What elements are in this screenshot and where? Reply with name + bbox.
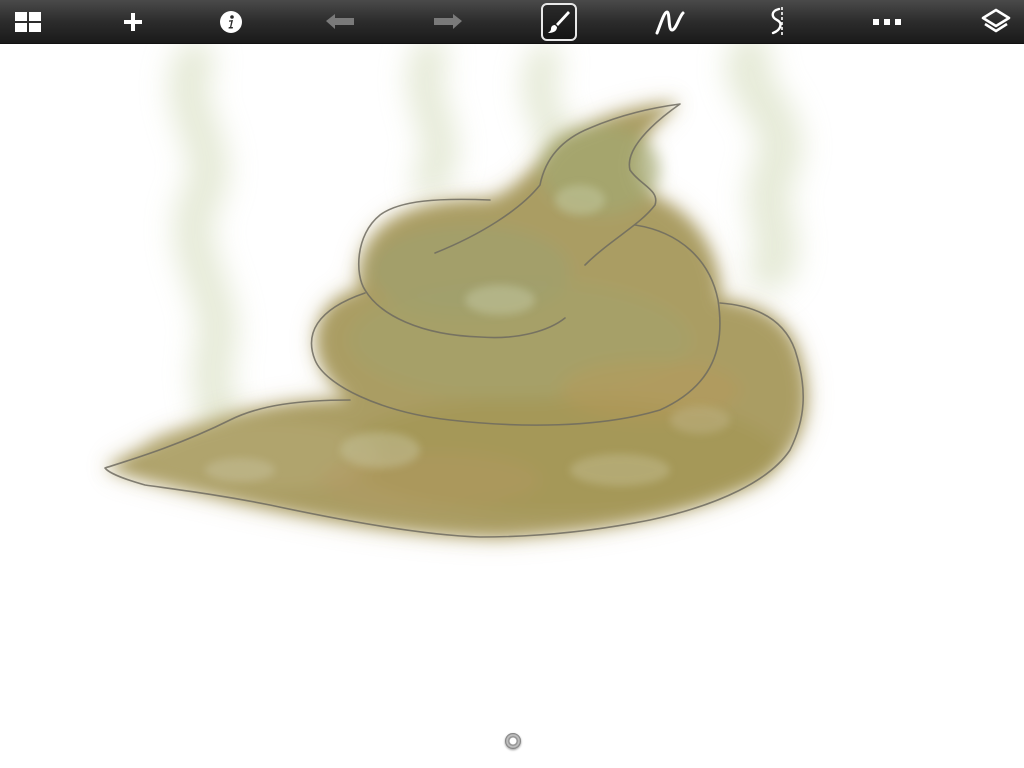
info-icon [219,10,243,34]
stroke-curve-icon [654,8,686,36]
redo-button[interactable] [420,0,476,44]
top-toolbar [0,0,1024,44]
layers-button[interactable] [968,0,1024,44]
info-button[interactable] [203,0,259,44]
redo-arrow-icon [432,12,464,32]
sketch-artwork [104,44,806,538]
layers-icon [981,7,1011,37]
zoom-handle-icon[interactable] [505,733,521,749]
drawing-canvas[interactable] [0,44,1024,768]
more-button[interactable] [859,0,915,44]
symmetry-button[interactable] [751,0,807,44]
brush-button[interactable] [531,0,587,44]
paintbrush-icon [547,9,571,35]
gallery-button[interactable] [0,0,56,44]
more-dots-icon [872,18,902,26]
gallery-grid-icon [14,11,42,33]
undo-button[interactable] [312,0,368,44]
new-button[interactable] [105,0,161,44]
undo-arrow-icon [324,12,356,32]
stroke-button[interactable] [642,0,698,44]
plus-icon [122,11,144,33]
symmetry-icon [767,6,791,38]
